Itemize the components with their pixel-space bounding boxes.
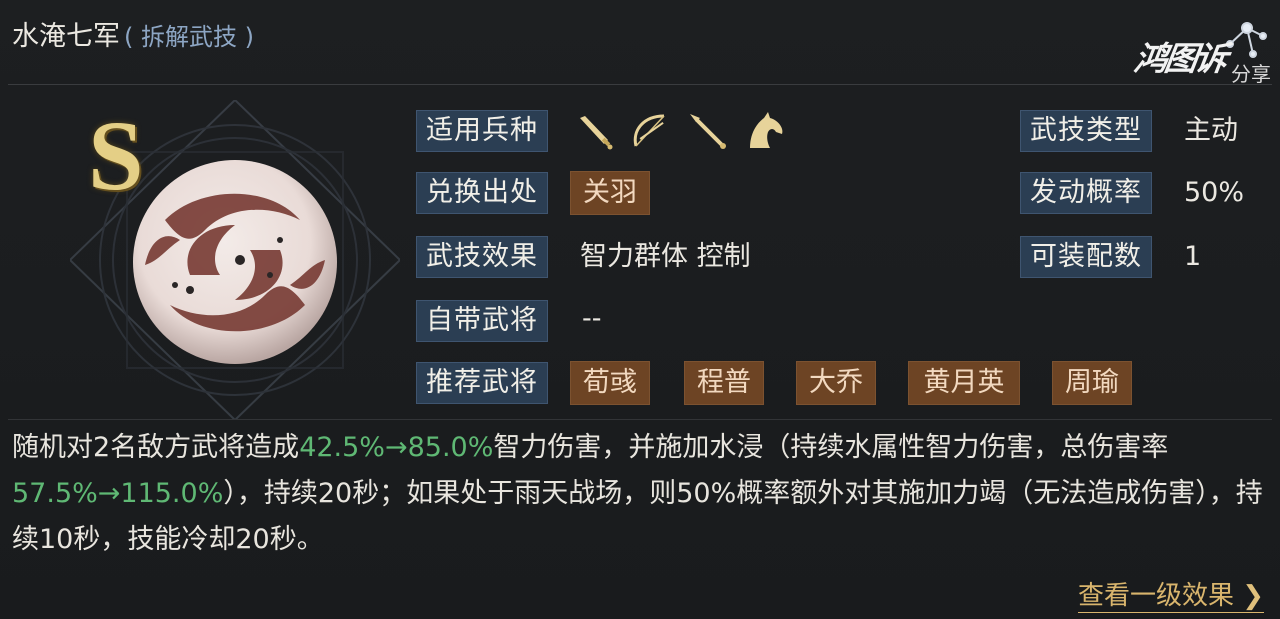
bow-icon[interactable] bbox=[630, 112, 672, 150]
share-logo[interactable]: 鸿图诉 分享 bbox=[1131, 14, 1275, 86]
spear-icon[interactable] bbox=[688, 112, 728, 150]
description-text: 智力伤害，并施加水浸（持续水属性智力伤害，总伤害率 bbox=[493, 432, 1169, 463]
view-level1-effect-link[interactable]: 查看一级效果 ❯ bbox=[1077, 580, 1264, 613]
recommended-general-chip[interactable]: 周瑜 bbox=[1052, 361, 1132, 405]
logo-share-text: 分享 bbox=[1231, 62, 1271, 86]
skill-card: 水淹七军( 拆解武技 ) 鸿图诉 分享 S 适用兵种 兑换出处 关羽 武技效果 … bbox=[0, 0, 1280, 619]
effect-label: 武技效果 bbox=[416, 236, 548, 278]
recommended-general-chip[interactable]: 大乔 bbox=[796, 361, 876, 405]
divider bbox=[8, 84, 1272, 85]
grade-badge: S bbox=[88, 100, 144, 211]
view-level1-label: 查看一级效果 bbox=[1077, 581, 1234, 611]
logo-glyph: 鸿图诉 bbox=[1131, 39, 1228, 78]
divider bbox=[8, 419, 1272, 420]
trigger-rate-value: 50% bbox=[1184, 177, 1245, 208]
skill-name: 水淹七军 bbox=[12, 21, 120, 52]
recommended-general-chip[interactable]: 荀彧 bbox=[570, 361, 650, 405]
skill-type-value: 主动 bbox=[1184, 115, 1238, 146]
effect-value: 智力群体 控制 bbox=[580, 241, 751, 272]
exchange-source-label: 兑换出处 bbox=[416, 172, 548, 214]
own-general-value: -- bbox=[582, 303, 602, 334]
recommended-general-chip[interactable]: 黄月英 bbox=[908, 361, 1020, 405]
trigger-rate-label: 发动概率 bbox=[1020, 172, 1152, 214]
horse-icon[interactable] bbox=[742, 110, 786, 150]
recommended-general-chip[interactable]: 程普 bbox=[684, 361, 764, 405]
chevron-right-icon: ❯ bbox=[1242, 581, 1264, 611]
skill-description: 随机对2名敌方武将造成42.5%→85.0%智力伤害，并施加水浸（持续水属性智力… bbox=[12, 425, 1270, 563]
recommended-label: 推荐武将 bbox=[416, 362, 548, 404]
description-text: 随机对2名敌方武将造成 bbox=[12, 432, 300, 463]
total-damage-highlight: 57.5%→115.0% bbox=[12, 478, 224, 509]
skill-source-tag: ( 拆解武技 ) bbox=[124, 23, 254, 51]
applicable-troops-label: 适用兵种 bbox=[416, 110, 548, 152]
equip-count-value: 1 bbox=[1184, 241, 1202, 272]
exchange-source-chip[interactable]: 关羽 bbox=[570, 171, 650, 215]
damage-rate-highlight: 42.5%→85.0% bbox=[299, 432, 494, 463]
skill-type-label: 武技类型 bbox=[1020, 110, 1152, 152]
sword-icon[interactable] bbox=[576, 114, 614, 150]
equip-count-label: 可装配数 bbox=[1020, 236, 1152, 278]
own-general-label: 自带武将 bbox=[416, 300, 548, 342]
skill-title: 水淹七军( 拆解武技 ) bbox=[12, 14, 254, 53]
